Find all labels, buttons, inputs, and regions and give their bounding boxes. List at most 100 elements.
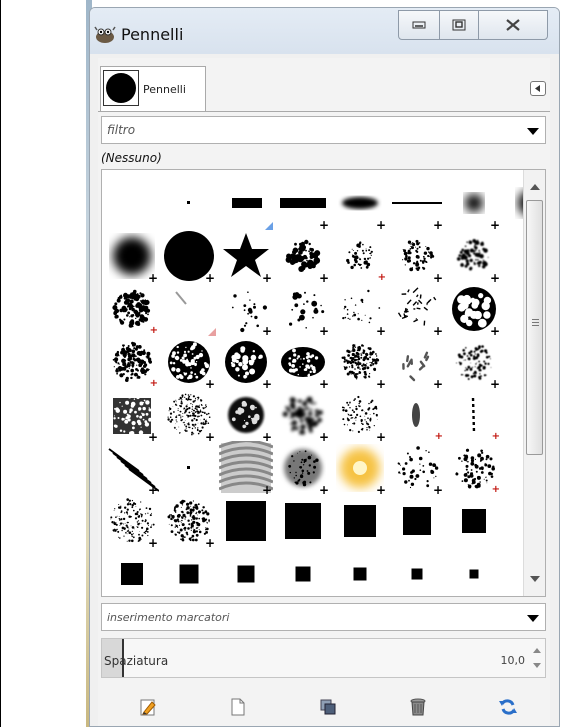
brush-oil[interactable]: + [219,388,273,442]
brush-cells[interactable]: + [447,282,501,336]
refresh-icon [499,699,517,715]
brush-square-9[interactable] [447,547,501,596]
brush-charcoal[interactable]: + [105,388,159,442]
brush-dry[interactable]: + [333,388,387,442]
brush-star[interactable]: + [219,229,273,283]
brush-thumbnail [462,509,486,533]
chevron-down-icon[interactable] [527,615,539,622]
spacing-spin-buttons[interactable] [531,643,543,673]
brush-dots[interactable]: + [276,282,330,336]
brush-watercolor[interactable]: + [276,388,330,442]
brushes-window: Pennelli Pennelli filtro (Nessuno) + + +… [89,7,560,727]
brush-gravel[interactable]: + [162,494,216,548]
scroll-up-icon[interactable] [530,184,540,190]
brush-square-17[interactable] [219,547,273,596]
brush-ellipse[interactable]: + [333,176,387,230]
trash-icon [410,698,426,716]
brush-fuzzy-small[interactable]: + [447,176,501,230]
brush-splatter-sparse[interactable]: + [333,229,387,283]
spacing-value: 10,0 [500,654,526,667]
window-title: Pennelli [121,25,184,44]
brush-sponge[interactable]: + [105,282,159,336]
brush-hair[interactable]: + [219,441,273,495]
chevron-down-icon[interactable] [527,128,539,135]
brush-feathery[interactable]: + [447,335,501,389]
brush-texture-soft[interactable]: + [447,229,501,283]
maximize-button[interactable] [439,10,479,40]
vertical-scrollbar[interactable] [523,170,545,596]
brush-square-24[interactable] [447,494,501,548]
brush-square-36[interactable] [276,494,330,548]
tab-menu-arrow-icon [535,85,540,92]
maximize-icon [452,19,466,31]
brush-thumbnail [469,569,479,579]
brush-sun[interactable]: + [333,441,387,495]
tab-menu-button[interactable] [530,81,546,96]
tab-brushes[interactable]: Pennelli [100,66,206,112]
brush-stroke[interactable] [162,282,216,336]
minimize-icon [412,21,426,29]
brush-pixel[interactable] [162,441,216,495]
brush-cloud[interactable]: + [276,441,330,495]
brush-thumbnail [187,466,190,469]
brush-thumbnail [295,566,311,582]
brush-rough[interactable]: + [162,335,216,389]
brush-scatter[interactable]: + [219,282,273,336]
title-bar[interactable]: Pennelli [90,8,559,54]
brush-grit[interactable]: + [447,441,501,495]
spin-down-icon[interactable] [533,663,541,668]
gimp-wilber-icon [94,26,116,43]
brush-square-32[interactable] [333,494,387,548]
brush-square-11[interactable] [390,547,444,596]
brush-thumbnail [344,505,376,537]
delete-brush-button[interactable] [408,697,428,717]
brush-square-15[interactable] [276,547,330,596]
brush-leaf[interactable]: + [390,388,444,442]
brush-blank[interactable] [105,176,159,230]
scroll-thumb[interactable] [526,200,543,455]
refresh-brushes-button[interactable] [498,697,518,717]
spacing-label: Spaziatura [104,654,169,668]
brush-vine[interactable]: + [447,388,501,442]
close-icon [506,19,520,31]
tag-entry-combo[interactable]: inserimento marcatori [101,603,546,631]
brush-circle[interactable]: + [162,229,216,283]
brush-dust[interactable]: + [390,441,444,495]
brush-dots-sparse[interactable]: + [333,282,387,336]
brush-grid-view[interactable]: ++++++++++++++++++++++++++++++++++++++++ [101,169,546,597]
brush-cracks[interactable]: + [390,282,444,336]
brush-square-22[interactable] [105,547,159,596]
brush-bark[interactable]: + [276,335,330,389]
brush-thumbnail [105,176,159,230]
brush-hline[interactable]: + [390,176,444,230]
new-brush-button[interactable] [228,697,248,717]
brush-square-40[interactable] [219,494,273,548]
brush-splatter[interactable]: + [276,229,330,283]
brush-square-19[interactable] [162,547,216,596]
brush-square-13[interactable] [333,547,387,596]
duplicate-brush-button[interactable] [318,697,338,717]
brush-diagonal[interactable]: + [105,441,159,495]
brush-hbar[interactable]: + [276,176,330,230]
brush-pepper[interactable]: + [162,388,216,442]
brush-pixel[interactable] [162,176,216,230]
brush-thumbnail [121,563,143,585]
brush-grass[interactable]: + [390,229,444,283]
tag-entry-placeholder: inserimento marcatori [107,611,230,624]
edit-pencil-icon [140,699,156,716]
minimize-button[interactable] [398,10,440,40]
brush-rock[interactable]: + [219,335,273,389]
brush-sticks[interactable]: + [390,335,444,389]
brush-square-28[interactable] [390,494,444,548]
scroll-down-icon[interactable] [530,576,540,582]
brush-fuzzy-large[interactable]: + [105,229,159,283]
brush-block-small[interactable] [219,176,273,230]
spin-up-icon[interactable] [533,648,541,653]
spacing-slider[interactable]: Spaziatura 10,0 [101,638,546,678]
filter-combo[interactable]: filtro [101,116,546,144]
close-button[interactable] [478,10,548,40]
edit-brush-button[interactable] [138,697,158,717]
brush-chalk[interactable]: + [105,335,159,389]
brush-canvas[interactable]: + [333,335,387,389]
brush-speckle[interactable]: + [105,494,159,548]
